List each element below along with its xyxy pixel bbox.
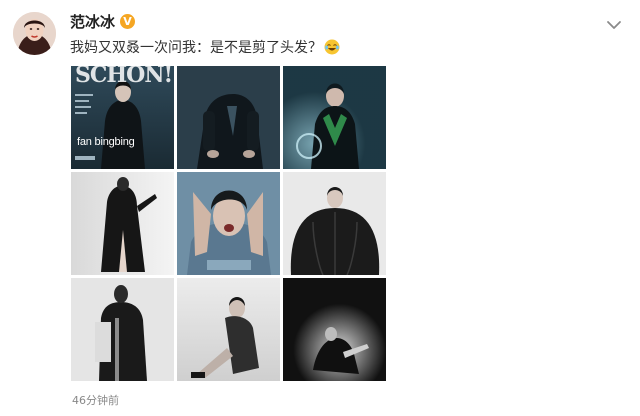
photo-9[interactable] <box>283 278 386 381</box>
username[interactable]: 范冰冰 <box>70 12 115 32</box>
chevron-down-icon[interactable] <box>606 16 622 29</box>
photo-grid: SCHÖN! fan bingbing <box>71 66 387 381</box>
photo-5[interactable] <box>177 172 280 275</box>
photo-2[interactable] <box>177 66 280 169</box>
magazine-masthead: SCHÖN! <box>75 66 173 88</box>
photo-8[interactable] <box>177 278 280 381</box>
laughing-tears-emoji-icon <box>324 39 340 55</box>
photo-3[interactable] <box>283 66 386 169</box>
photo-4[interactable] <box>71 172 174 275</box>
magazine-cover-name: fan bingbing <box>77 136 135 148</box>
verified-badge-icon: V <box>120 14 135 29</box>
avatar[interactable] <box>13 12 56 55</box>
photo-7[interactable] <box>71 278 174 381</box>
photo-6[interactable] <box>283 172 386 275</box>
post-text-content: 我妈又双叒一次问我：是不是剪了头发？ <box>70 40 322 56</box>
post-timestamp[interactable]: 46分钟前 <box>72 394 119 408</box>
photo-1-magazine-cover[interactable]: SCHÖN! fan bingbing <box>71 66 174 169</box>
post-text: 我妈又双叒一次问我：是不是剪了头发？ <box>70 39 340 57</box>
